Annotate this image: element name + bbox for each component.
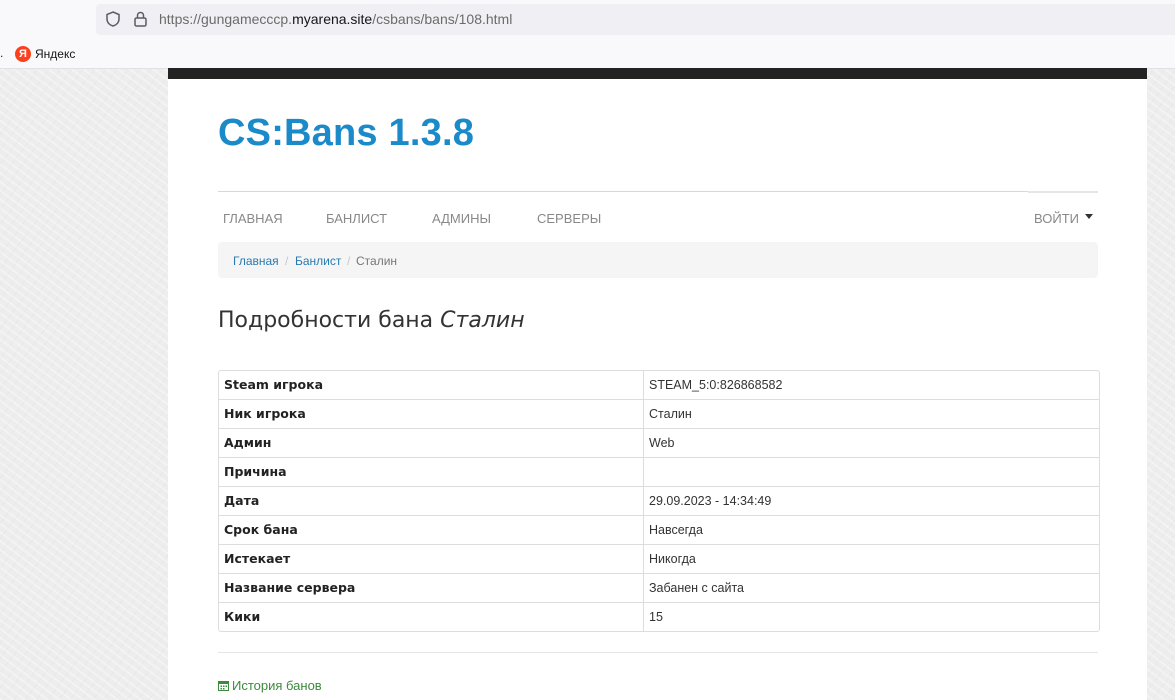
row-value	[644, 458, 1099, 486]
row-label: Кики	[219, 603, 644, 631]
row-value: STEAM_5:0:826868582	[649, 378, 783, 392]
url-prefix: https://gungamecccp.	[159, 11, 293, 27]
row-label: Ник игрока	[219, 400, 644, 428]
caret-down-icon[interactable]	[1085, 214, 1093, 219]
table-row: Срок бана Навсегда	[219, 515, 1099, 544]
row-value: 15	[649, 610, 663, 624]
section-divider	[218, 652, 1098, 653]
browser-toolbar: https://gungamecccp.myarena.site/csbans/…	[0, 0, 1175, 69]
table-row: Истекает Никогда	[219, 544, 1099, 573]
row-value: Сталин	[649, 407, 692, 421]
lock-icon[interactable]	[133, 10, 148, 28]
page-title-prefix: Подробности бана	[218, 308, 441, 333]
table-row: Дата 29.09.2023 - 14:34:49	[219, 486, 1099, 515]
nav-home[interactable]: ГЛАВНАЯ	[223, 211, 283, 226]
yandex-icon: Я	[15, 46, 31, 62]
breadcrumb-separator: /	[285, 254, 289, 268]
row-value: Никогда	[649, 552, 696, 566]
url-domain: myarena.site	[292, 11, 373, 27]
breadcrumb-home[interactable]: Главная	[233, 254, 279, 268]
table-row: Кики 15	[219, 602, 1099, 631]
bookmark-label: Яндекс	[35, 47, 76, 61]
row-value: 29.09.2023 - 14:34:49	[649, 494, 772, 508]
nav-servers[interactable]: СЕРВЕРЫ	[537, 211, 601, 226]
page-title: Подробности бана Сталин	[218, 308, 525, 333]
row-value: Навсегда	[649, 523, 703, 537]
row-label: Админ	[219, 429, 644, 457]
top-bar	[168, 68, 1147, 79]
breadcrumb: Главная / Банлист / Сталин	[218, 242, 1098, 278]
row-label: Steam игрока	[219, 371, 644, 399]
row-label: Истекает	[219, 545, 644, 573]
page-title-player: Сталин	[440, 308, 525, 333]
calendar-icon	[218, 681, 229, 691]
breadcrumb-current: Сталин	[356, 254, 398, 268]
breadcrumb-banlist[interactable]: Банлист	[295, 254, 341, 268]
bookmark-overflow[interactable]: .	[0, 46, 3, 60]
bookmark-yandex[interactable]: Я Яндекс	[15, 45, 75, 63]
nav-divider	[218, 191, 1098, 192]
ban-details-table: Steam игрока STEAM_5:0:826868582 Ник игро…	[218, 370, 1100, 632]
table-row: Steam игрока STEAM_5:0:826868582	[219, 371, 1099, 399]
nav-banlist[interactable]: БАНЛИСТ	[326, 211, 387, 226]
ban-history-link[interactable]: История банов	[218, 678, 322, 693]
table-row: Ник игрока Сталин	[219, 399, 1099, 428]
row-value: Web	[649, 436, 675, 450]
row-label: Причина	[219, 458, 644, 486]
nav-login-divider	[1028, 191, 1098, 193]
table-row: Название сервера Забанен с сайта	[219, 573, 1099, 602]
url-text[interactable]: https://gungamecccp.myarena.site/csbans/…	[159, 11, 512, 27]
row-label: Срок бана	[219, 516, 644, 544]
breadcrumb-separator: /	[347, 254, 351, 268]
row-label: Название сервера	[219, 574, 644, 602]
url-path: /csbans/bans/108.html	[372, 11, 513, 27]
page-container: CS:Bans 1.3.8 ГЛАВНАЯ БАНЛИСТ АДМИНЫ СЕР…	[168, 68, 1147, 700]
nav-login[interactable]: ВОЙТИ	[1034, 211, 1079, 226]
site-brand[interactable]: CS:Bans 1.3.8	[218, 112, 474, 155]
table-row: Причина	[219, 457, 1099, 486]
ban-history-label: История банов	[232, 678, 322, 693]
row-label: Дата	[219, 487, 644, 515]
row-value: Забанен с сайта	[649, 581, 745, 595]
table-row: Админ Web	[219, 428, 1099, 457]
shield-icon[interactable]	[104, 10, 122, 28]
nav-admins[interactable]: АДМИНЫ	[432, 211, 491, 226]
